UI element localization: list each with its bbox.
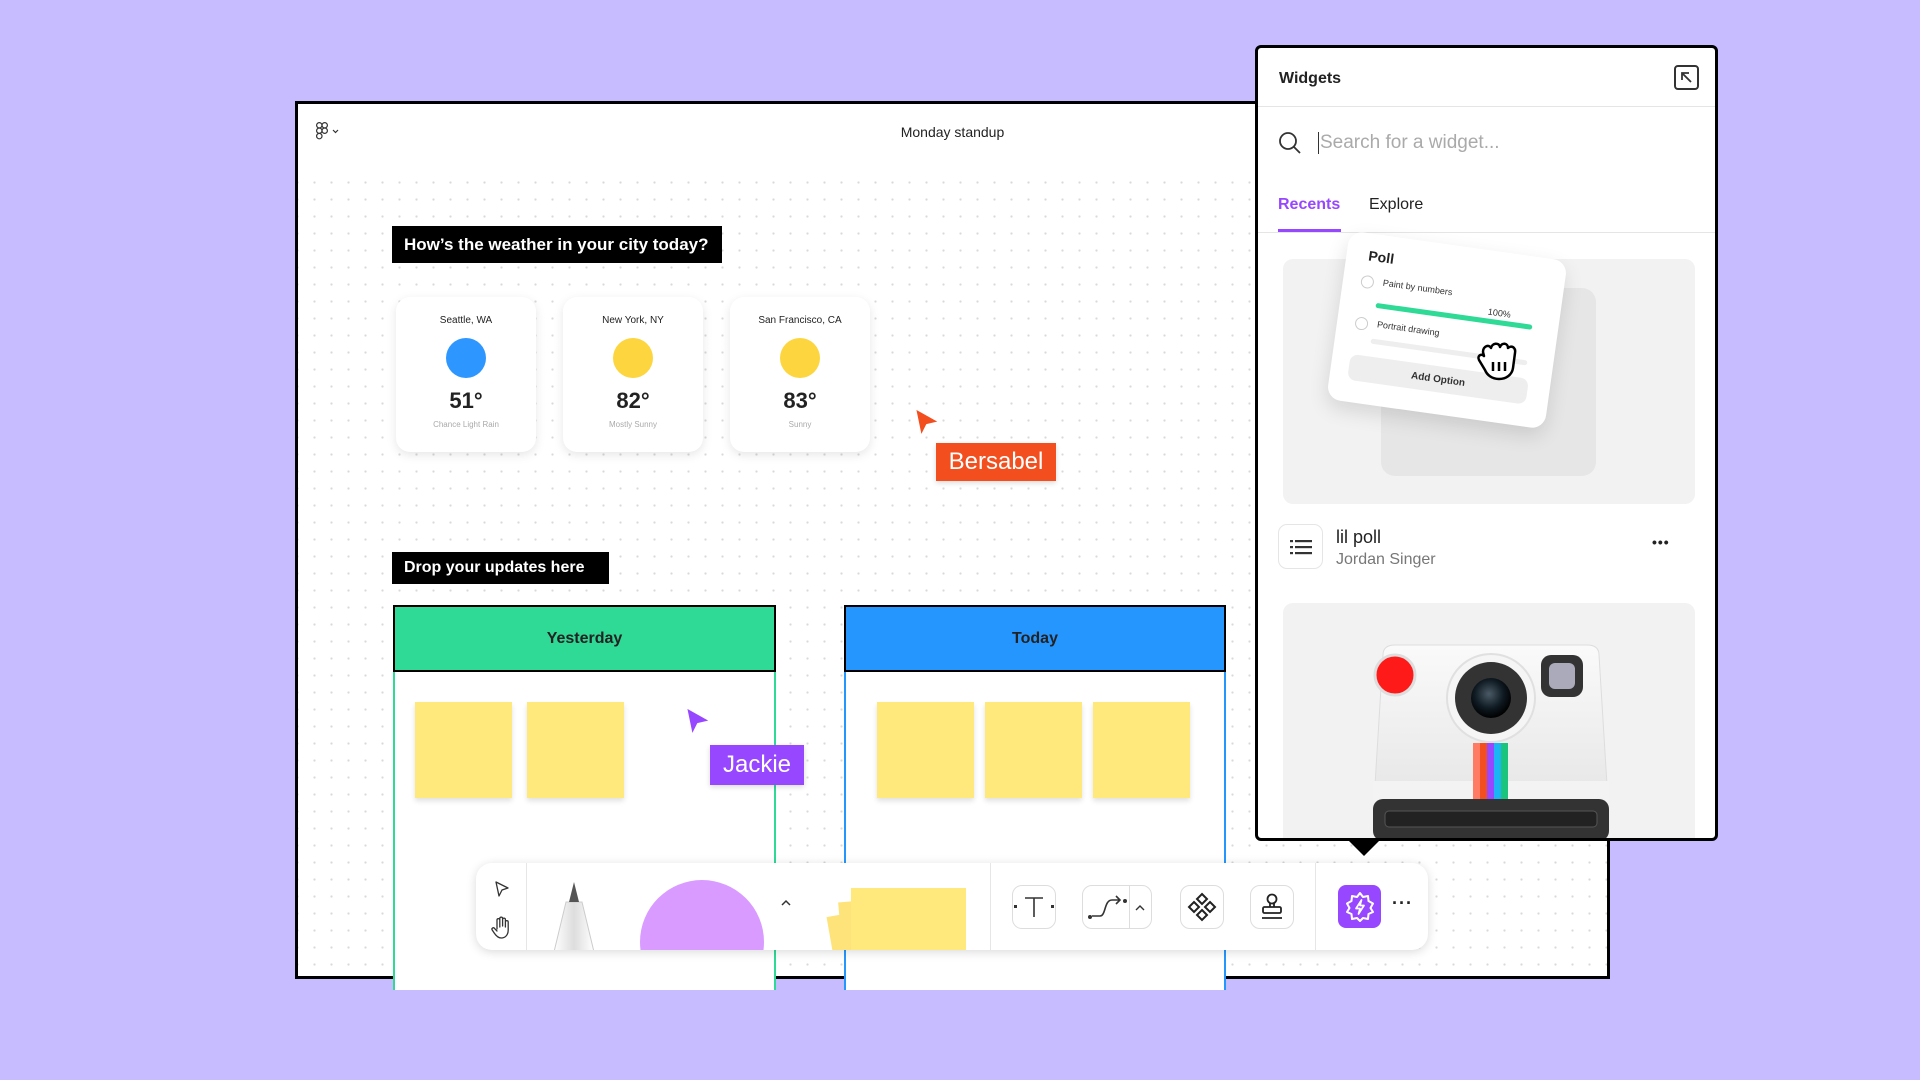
widget-author: Jordan Singer bbox=[1336, 551, 1436, 568]
stamp-icon bbox=[1262, 893, 1282, 919]
sticky-note[interactable] bbox=[985, 702, 1082, 798]
collapse-panel-button[interactable] bbox=[1674, 65, 1699, 90]
bersabel-cursor-label: Bersabel bbox=[936, 443, 1056, 481]
tab-recents[interactable]: Recents bbox=[1278, 196, 1340, 214]
poll-option-label: Paint by numbers bbox=[1382, 277, 1454, 298]
panel-divider bbox=[1258, 106, 1715, 107]
toolbar-divider bbox=[990, 863, 991, 950]
weather-temp: 51° bbox=[449, 388, 483, 413]
widgets-panel: Widgets Recents Explore Poll Paint by nu… bbox=[1255, 45, 1718, 841]
camera-widget-preview[interactable] bbox=[1283, 603, 1695, 838]
weather-card[interactable]: San Francisco, CA 83° Sunny bbox=[730, 297, 870, 452]
tabs-divider bbox=[1258, 232, 1715, 233]
panel-pointer bbox=[1346, 838, 1382, 856]
poll-radio bbox=[1360, 274, 1375, 290]
panel-title: Widgets bbox=[1279, 70, 1342, 87]
weather-indicator-icon bbox=[780, 338, 820, 378]
poll-radio bbox=[1354, 316, 1369, 331]
connector-icon bbox=[1088, 895, 1127, 919]
search-input[interactable] bbox=[1318, 132, 1658, 154]
poll-card: Poll Paint by numbers 100% Portrait draw… bbox=[1326, 230, 1568, 430]
widget-name: lil poll bbox=[1336, 527, 1382, 547]
more-tools-button[interactable]: ··· bbox=[1392, 893, 1413, 914]
widget-burst-lightning-icon bbox=[1345, 891, 1374, 922]
weather-temp: 83° bbox=[783, 388, 817, 413]
hand-tool-icon[interactable] bbox=[490, 916, 512, 940]
poll-option-label: Portrait drawing bbox=[1376, 319, 1441, 338]
weather-card[interactable]: New York, NY 82° Mostly Sunny bbox=[563, 297, 703, 452]
bottom-toolbar: ··· bbox=[476, 863, 1428, 950]
chevron-up-icon[interactable] bbox=[780, 899, 792, 907]
search-icon bbox=[1279, 132, 1301, 154]
poll-widget-preview[interactable]: Poll Paint by numbers 100% Portrait draw… bbox=[1283, 230, 1695, 504]
chevron-up-icon[interactable] bbox=[1135, 904, 1145, 911]
text-tool-button[interactable] bbox=[1012, 885, 1056, 929]
weather-condition: Chance Light Rain bbox=[433, 420, 499, 429]
jackie-cursor-label: Jackie bbox=[710, 745, 804, 785]
weather-city: Seattle, WA bbox=[439, 315, 493, 326]
marker-tool-icon[interactable] bbox=[550, 880, 598, 950]
bersabel-cursor-icon bbox=[914, 407, 941, 438]
tab-explore[interactable]: Explore bbox=[1369, 196, 1423, 214]
sticky-note[interactable] bbox=[877, 702, 974, 798]
weather-indicator-icon bbox=[446, 338, 486, 378]
component-icon bbox=[1187, 892, 1217, 922]
poll-title: Poll bbox=[1367, 247, 1396, 267]
arrow-up-left-icon bbox=[1681, 72, 1692, 83]
sticky-note-tool-icon[interactable] bbox=[851, 888, 966, 950]
widget-tool-button[interactable] bbox=[1338, 885, 1381, 928]
today-column-header[interactable]: Today bbox=[844, 605, 1226, 672]
connector-tool-button[interactable] bbox=[1082, 885, 1152, 929]
weather-temp: 82° bbox=[616, 388, 650, 413]
list-icon bbox=[1289, 539, 1312, 554]
weather-card[interactable]: Seattle, WA 51° Chance Light Rain bbox=[396, 297, 536, 452]
updates-heading[interactable]: Drop your updates here bbox=[392, 552, 609, 584]
sticky-note[interactable] bbox=[1093, 702, 1190, 798]
stamp-tool-button[interactable] bbox=[1250, 885, 1294, 929]
weather-condition: Sunny bbox=[788, 420, 812, 429]
yesterday-column-header[interactable]: Yesterday bbox=[393, 605, 776, 672]
widget-search bbox=[1278, 123, 1698, 163]
weather-indicator-icon bbox=[613, 338, 653, 378]
text-icon bbox=[1014, 897, 1054, 917]
component-tool-button[interactable] bbox=[1180, 885, 1224, 929]
shape-tool-icon[interactable] bbox=[640, 880, 764, 950]
instant-camera-icon bbox=[1373, 644, 1609, 838]
widget-list-item[interactable]: lil poll Jordan Singer ••• bbox=[1278, 524, 1700, 574]
connector-split-divider bbox=[1129, 886, 1130, 928]
grab-hand-cursor-icon bbox=[1477, 342, 1517, 381]
widget-thumbnail bbox=[1278, 524, 1323, 569]
weather-heading[interactable]: How’s the weather in your city today? bbox=[392, 226, 722, 263]
move-tool-icon[interactable] bbox=[494, 880, 510, 898]
weather-city: San Francisco, CA bbox=[758, 315, 842, 326]
weather-condition: Mostly Sunny bbox=[608, 420, 658, 429]
weather-city: New York, NY bbox=[602, 315, 664, 326]
toolbar-divider bbox=[526, 863, 527, 950]
jackie-cursor-icon bbox=[685, 706, 712, 737]
sticky-note[interactable] bbox=[415, 702, 512, 798]
poll-option-percent: 100% bbox=[1487, 306, 1512, 320]
toolbar-divider bbox=[1315, 863, 1316, 950]
widget-more-button[interactable]: ••• bbox=[1652, 534, 1670, 550]
sticky-note[interactable] bbox=[527, 702, 624, 798]
